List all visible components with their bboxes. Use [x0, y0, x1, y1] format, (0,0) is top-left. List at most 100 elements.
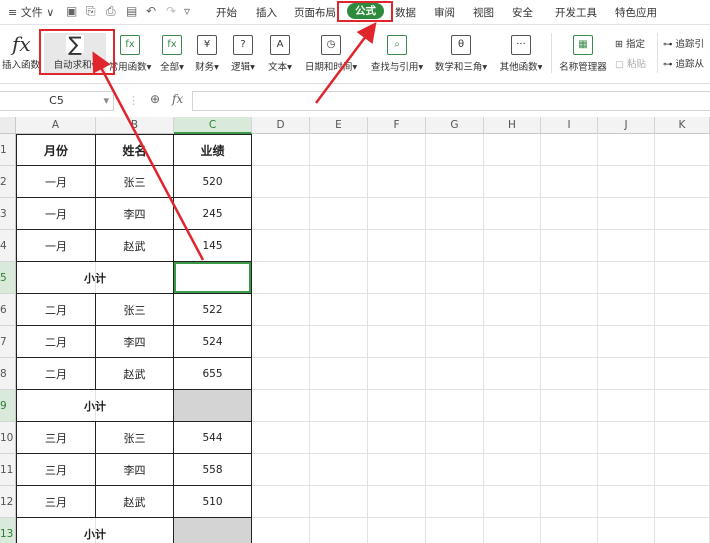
- month-cell[interactable]: 二月: [16, 326, 96, 358]
- value-cell[interactable]: 544: [174, 422, 252, 454]
- tab-review[interactable]: 审阅: [434, 5, 455, 20]
- tab-special[interactable]: 特色应用: [615, 5, 657, 20]
- row-header-10[interactable]: 10: [0, 422, 16, 454]
- print-icon[interactable]: ⎙: [106, 4, 116, 19]
- column-header-b[interactable]: B: [96, 117, 174, 134]
- tab-view[interactable]: 视图: [473, 5, 494, 20]
- value-cell[interactable]: 558: [174, 454, 252, 486]
- row-header-9[interactable]: 9: [0, 390, 16, 422]
- month-cell[interactable]: 三月: [16, 486, 96, 518]
- name-box[interactable]: C5 ▾: [0, 91, 114, 111]
- trace-dependents-button[interactable]: ⊶ 追踪从: [663, 56, 704, 70]
- datetime-button[interactable]: ◷ 日期和时间▾: [302, 35, 360, 73]
- name-cell[interactable]: 李四: [96, 454, 174, 486]
- name-cell[interactable]: 张三: [96, 294, 174, 326]
- value-cell[interactable]: 510: [174, 486, 252, 518]
- column-header-j[interactable]: J: [598, 117, 655, 134]
- row-header-7[interactable]: 7: [0, 326, 16, 358]
- print-preview-icon[interactable]: ▤: [126, 4, 137, 18]
- month-cell[interactable]: 二月: [16, 358, 96, 390]
- formula-input[interactable]: [192, 91, 710, 111]
- column-header-e[interactable]: E: [310, 117, 368, 134]
- month-cell[interactable]: 三月: [16, 422, 96, 454]
- column-header-i[interactable]: I: [541, 117, 598, 134]
- function-icon[interactable]: fx: [172, 92, 183, 106]
- name-manager-button[interactable]: ▦ 名称管理器: [556, 35, 610, 73]
- tab-home[interactable]: 开始: [216, 5, 237, 20]
- math-trig-button[interactable]: θ 数学和三角▾: [431, 35, 491, 73]
- tab-data[interactable]: 数据: [395, 5, 416, 20]
- column-header-h[interactable]: H: [484, 117, 541, 134]
- lookup-button[interactable]: ⌕ 查找与引用▾: [366, 35, 428, 73]
- specify-button[interactable]: ⊞ 指定: [615, 36, 645, 50]
- month-cell[interactable]: 一月: [16, 230, 96, 262]
- column-header-f[interactable]: F: [368, 117, 426, 134]
- trace-precedents-button[interactable]: ⊶ 追踪引: [663, 36, 704, 50]
- row-header-11[interactable]: 11: [0, 454, 16, 486]
- undo-icon[interactable]: ↶: [146, 4, 156, 18]
- text-functions-button[interactable]: A 文本▾: [265, 35, 295, 73]
- value-cell[interactable]: 655: [174, 358, 252, 390]
- table-header[interactable]: 业绩: [174, 134, 252, 166]
- zoom-icon[interactable]: ⊕: [150, 92, 160, 106]
- row-header-12[interactable]: 12: [0, 486, 16, 518]
- subtotal-label[interactable]: 小计: [16, 390, 174, 422]
- chevron-down-icon: ∨: [42, 6, 55, 19]
- name-cell[interactable]: 李四: [96, 198, 174, 230]
- row-header-2[interactable]: 2: [0, 166, 16, 198]
- logic-button[interactable]: ? 逻辑▾: [228, 35, 258, 73]
- value-cell[interactable]: 520: [174, 166, 252, 198]
- column-header-a[interactable]: A: [16, 117, 96, 134]
- value-cell[interactable]: 522: [174, 294, 252, 326]
- row-header-3[interactable]: 3: [0, 198, 16, 230]
- name-cell[interactable]: 赵武: [96, 230, 174, 262]
- name-cell[interactable]: 张三: [96, 422, 174, 454]
- insert-function-button[interactable]: fx 插入函数: [2, 34, 40, 71]
- customize-qa-icon[interactable]: ▿: [184, 4, 190, 18]
- column-header-d[interactable]: D: [252, 117, 310, 134]
- column-header-g[interactable]: G: [426, 117, 484, 134]
- row-header-6[interactable]: 6: [0, 294, 16, 326]
- table-header[interactable]: 月份: [16, 134, 96, 166]
- name-cell[interactable]: 张三: [96, 166, 174, 198]
- subtotal-cell[interactable]: [174, 518, 252, 543]
- subtotal-label[interactable]: 小计: [16, 518, 174, 543]
- month-cell[interactable]: 二月: [16, 294, 96, 326]
- column-header-k[interactable]: K: [655, 117, 710, 134]
- tab-developer[interactable]: 开发工具: [555, 5, 597, 20]
- row-header-8[interactable]: 8: [0, 358, 16, 390]
- paste-button[interactable]: ▢ 粘贴: [615, 56, 646, 70]
- row-header-1[interactable]: 1: [0, 134, 16, 166]
- month-cell[interactable]: 三月: [16, 454, 96, 486]
- open-icon[interactable]: ⎘: [86, 4, 96, 19]
- name-cell[interactable]: 赵武: [96, 358, 174, 390]
- value-cell[interactable]: 245: [174, 198, 252, 230]
- name-cell[interactable]: 李四: [96, 326, 174, 358]
- row-header-13[interactable]: 13: [0, 518, 16, 543]
- star-function-icon: fx: [120, 35, 140, 55]
- finance-button[interactable]: ¥ 财务▾: [192, 35, 222, 73]
- name-cell[interactable]: 赵武: [96, 486, 174, 518]
- redo-icon[interactable]: ↷: [166, 4, 176, 18]
- table-header[interactable]: 姓名: [96, 134, 174, 166]
- row-header-5[interactable]: 5: [0, 262, 16, 294]
- value-cell[interactable]: 145: [174, 230, 252, 262]
- month-cell[interactable]: 一月: [16, 198, 96, 230]
- column-header-c[interactable]: C: [174, 117, 252, 134]
- subtotal-label[interactable]: 小计: [16, 262, 174, 294]
- save-icon[interactable]: ▣: [66, 4, 77, 18]
- other-functions-button[interactable]: ··· 其他函数▾: [496, 35, 546, 73]
- tab-page-layout[interactable]: 页面布局: [294, 5, 336, 20]
- month-cell[interactable]: 一月: [16, 166, 96, 198]
- tab-insert[interactable]: 插入: [256, 5, 277, 20]
- row-header-4[interactable]: 4: [0, 230, 16, 262]
- splitter-handle[interactable]: ⋮: [128, 94, 139, 107]
- file-menu[interactable]: ≡ 文件 ∨: [8, 4, 54, 20]
- selected-cell[interactable]: [174, 262, 252, 294]
- value-cell[interactable]: 524: [174, 326, 252, 358]
- select-all-corner[interactable]: [0, 117, 16, 134]
- tab-security[interactable]: 安全: [512, 5, 533, 20]
- annotation-box-formulas-tab: [337, 1, 393, 22]
- subtotal-cell[interactable]: [174, 390, 252, 422]
- all-functions-button[interactable]: fx 全部▾: [158, 35, 186, 73]
